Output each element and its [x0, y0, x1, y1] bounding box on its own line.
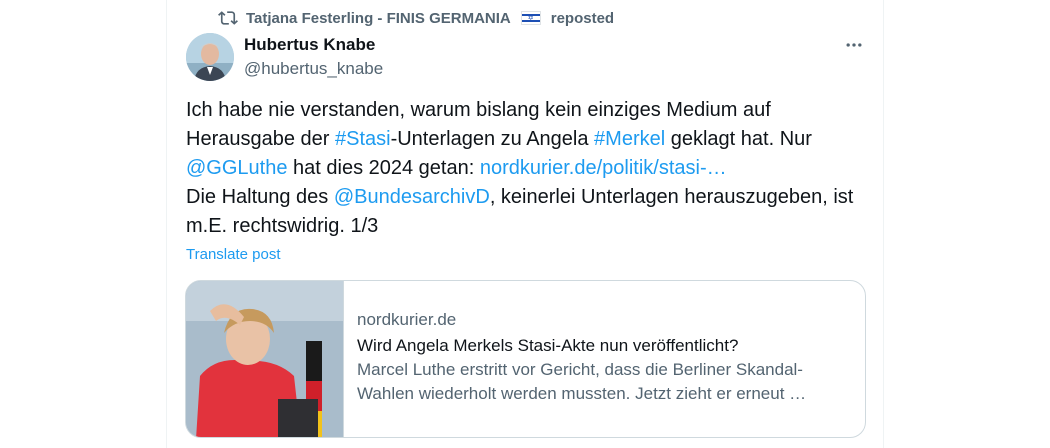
tweet-text-part: geklagt hat. Nur — [665, 128, 812, 150]
israel-flag-icon: ✡ — [520, 11, 541, 25]
repost-icon — [218, 8, 238, 28]
tweet-text: Ich habe nie verstanden, warum bislang k… — [186, 96, 866, 241]
tweet-text-part: -Unterlagen zu Angela — [390, 128, 595, 150]
more-options-icon[interactable] — [839, 34, 869, 56]
tweet-url-link[interactable]: nordkurier.de/politik/stasi-… — [480, 157, 727, 179]
link-preview-card[interactable]: nordkurier.de Wird Angela Merkels Stasi-… — [185, 280, 866, 438]
repost-indicator[interactable]: Tatjana Festerling - FINIS GERMANIA ✡ re… — [218, 8, 614, 28]
card-description: Marcel Luthe erstritt vor Gericht, dass … — [357, 360, 807, 403]
avatar[interactable] — [186, 33, 234, 81]
tweet-text-part: Die Haltung des — [186, 186, 334, 208]
mention-bundesarchiv[interactable]: @BundesarchivD — [334, 186, 490, 208]
tweet-column: Tatjana Festerling - FINIS GERMANIA ✡ re… — [166, 0, 884, 448]
mention-ggluthe[interactable]: @GGLuthe — [186, 157, 287, 179]
hashtag-merkel[interactable]: #Merkel — [594, 128, 665, 150]
author-handle[interactable]: @hubertus_knabe — [244, 57, 383, 81]
card-thumbnail — [186, 281, 344, 437]
tweet-text-part: hat dies 2024 getan: — [287, 157, 480, 179]
card-domain: nordkurier.de — [357, 310, 457, 329]
hashtag-stasi[interactable]: #Stasi — [335, 128, 391, 150]
author-info: Hubertus Knabe @hubertus_knabe — [244, 33, 383, 81]
card-body: nordkurier.de Wird Angela Merkels Stasi-… — [344, 281, 857, 437]
translate-post-link[interactable]: Translate post — [186, 245, 281, 265]
author-name[interactable]: Hubertus Knabe — [244, 33, 383, 57]
reposter-name[interactable]: Tatjana Festerling - FINIS GERMANIA — [246, 10, 511, 27]
repost-label: reposted — [550, 9, 615, 27]
card-title: Wird Angela Merkels Stasi-Akte nun veröf… — [357, 336, 739, 355]
